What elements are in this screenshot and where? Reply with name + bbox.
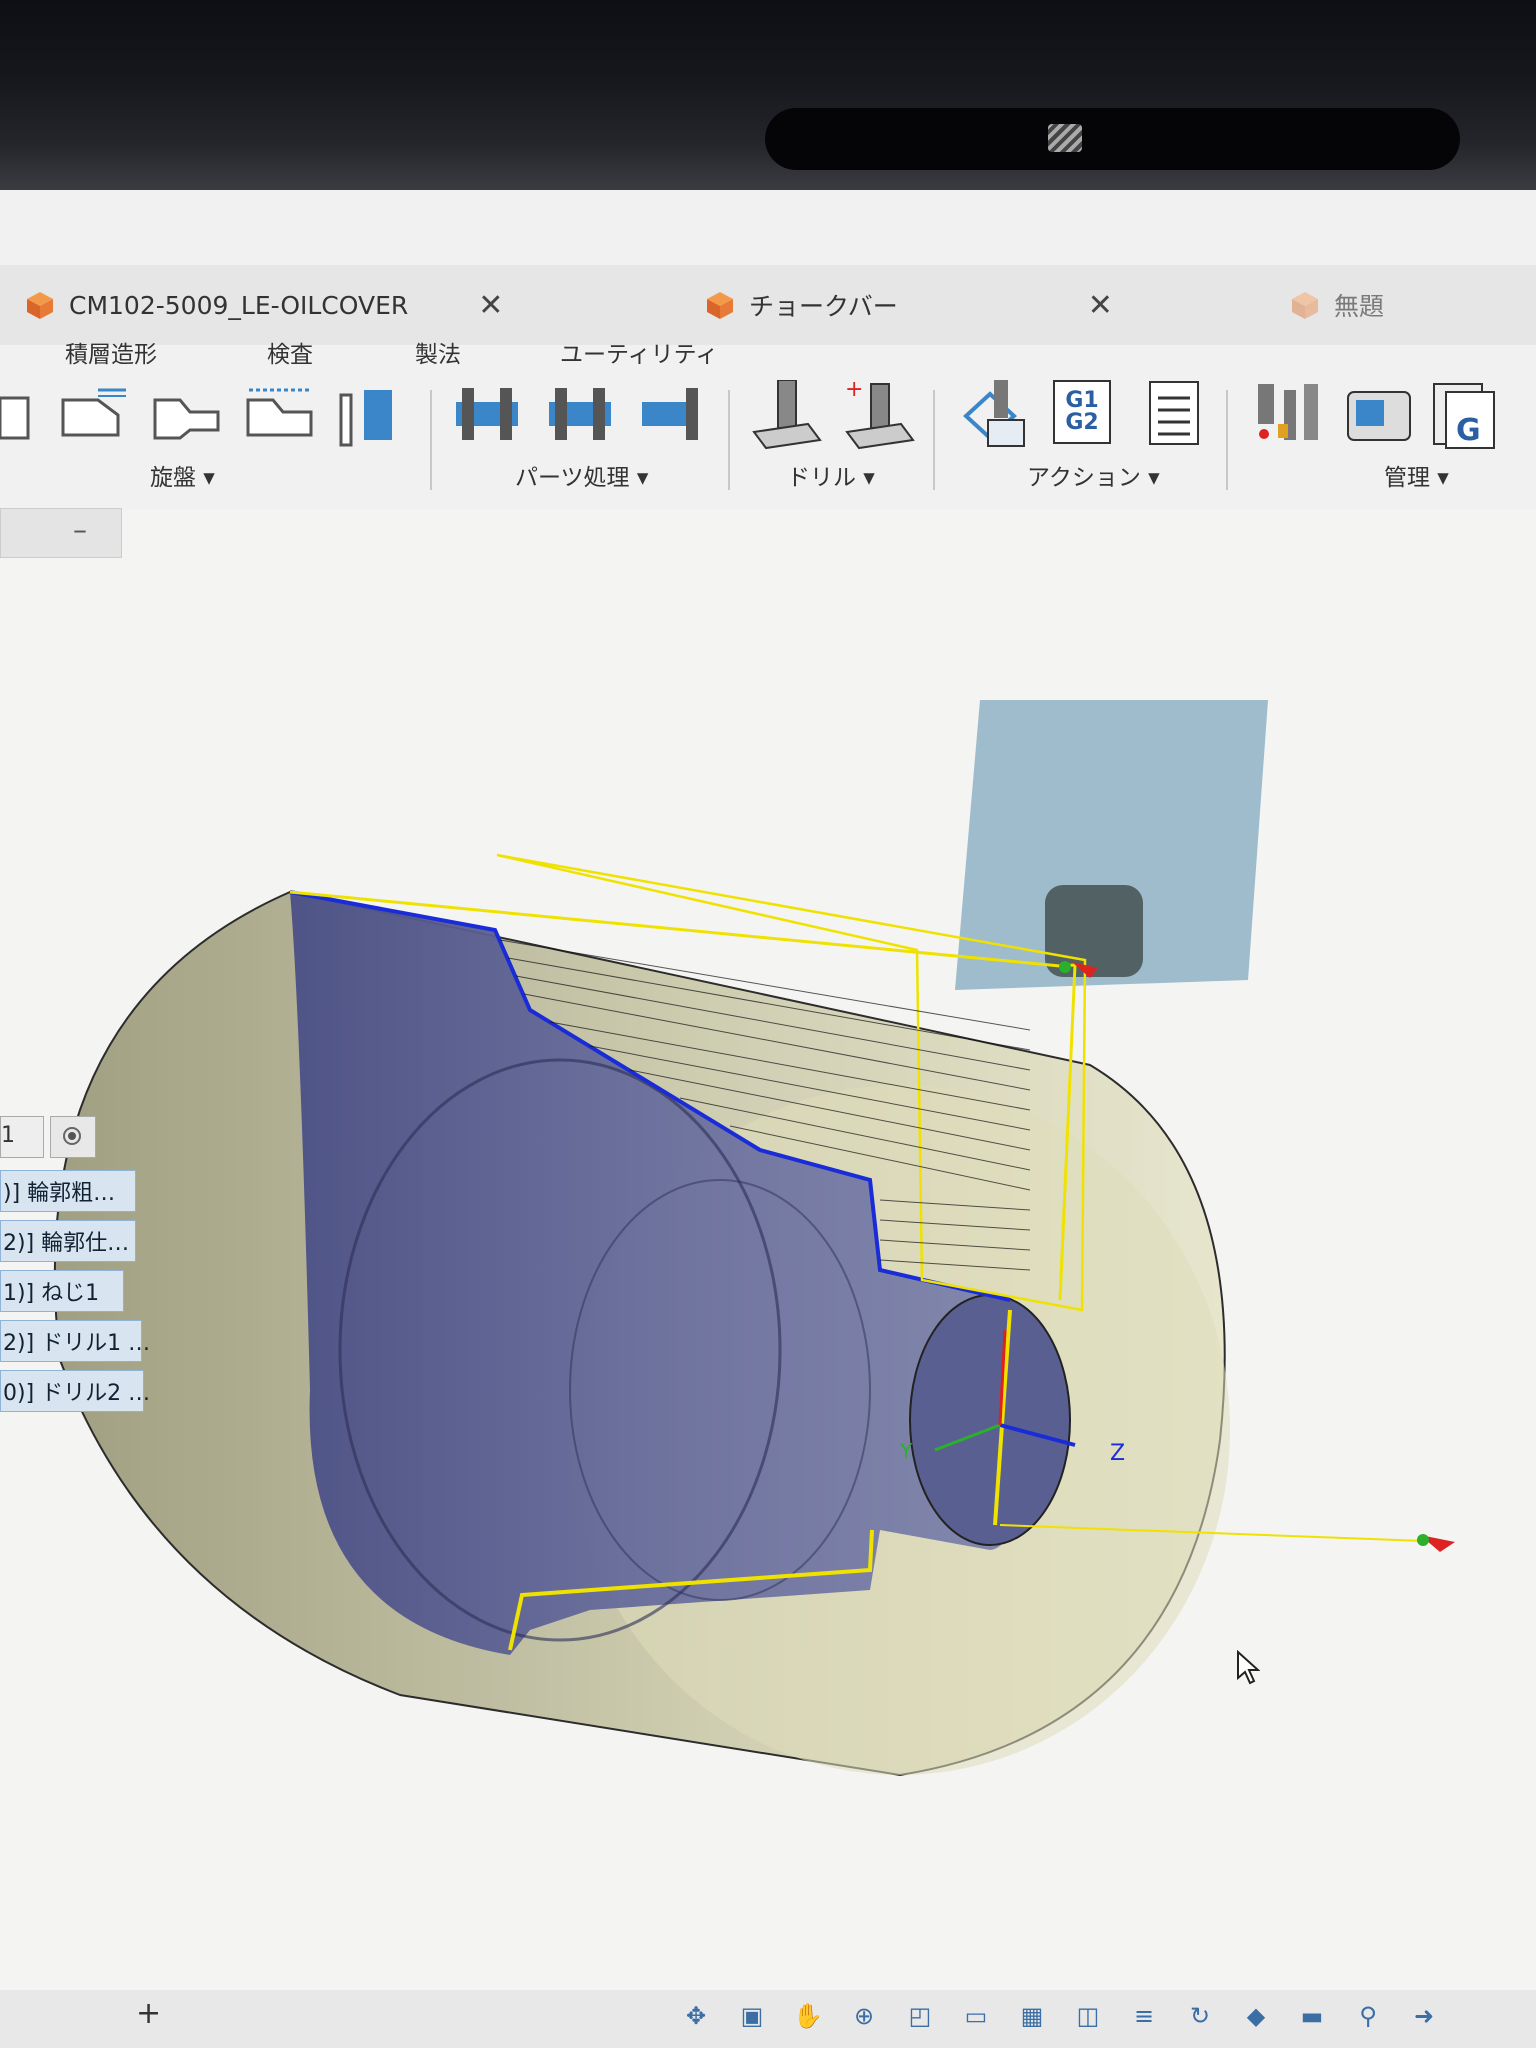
divider	[430, 390, 432, 490]
cube-icon	[1292, 292, 1318, 319]
tool-library-icon[interactable]	[1254, 380, 1324, 450]
svg-text:G: G	[1456, 413, 1481, 448]
z-axis-label: Z	[1110, 1441, 1125, 1466]
mouse-cursor-icon	[1237, 1650, 1260, 1685]
turning-profile-roughing-icon[interactable]	[58, 380, 128, 450]
menu-utilities[interactable]: ユーティリティ	[560, 335, 718, 369]
operation-item[interactable]: 0)] ドリル2 …	[0, 1370, 150, 1412]
layers-icon[interactable]: ≡	[1120, 1998, 1168, 2034]
tab-label: CM102-5009_LE-OILCOVER	[69, 290, 409, 320]
graphics-viewport[interactable]: Z Y	[0, 510, 1536, 1990]
view-controls: ✥ ▣ ✋ ⊕ ◰ ▭ ▦ ◫ ≡ ↻ ◆ ▬ ⚲ ➜	[672, 1998, 1448, 2034]
tab-label: チョークバー	[749, 292, 898, 321]
simulate-icon[interactable]	[960, 380, 1030, 450]
browser-collapse-bar[interactable]: –	[0, 508, 122, 558]
zoom-icon[interactable]: ⊕	[840, 1998, 888, 2034]
drill-icon[interactable]	[752, 380, 822, 450]
extra-icon[interactable]: ➜	[1400, 1998, 1448, 2034]
divider	[933, 390, 935, 490]
tool-icon[interactable]: ⚲	[1344, 1998, 1392, 2034]
part-pickup-icon[interactable]	[545, 380, 615, 450]
look-icon[interactable]: ▣	[728, 1998, 776, 2034]
divider	[728, 390, 730, 490]
part-eject-icon[interactable]	[638, 380, 708, 450]
lathe-3d-model: Z Y	[53, 700, 1455, 1777]
radio-icon	[63, 1127, 81, 1145]
display-icon[interactable]: ▭	[952, 1998, 1000, 2034]
camera-notch	[765, 108, 1460, 170]
setup-sheet-icon[interactable]	[1146, 380, 1206, 450]
fit-icon[interactable]: ◰	[896, 1998, 944, 2034]
camera-lens	[1048, 124, 1082, 152]
add-button[interactable]: +	[136, 1996, 161, 2031]
start-marker	[1059, 961, 1071, 973]
menu-additive[interactable]: 積層造形	[65, 335, 157, 369]
end-marker	[1417, 1534, 1429, 1546]
group-part-handling[interactable]: パーツ処理 ▾	[515, 458, 648, 492]
post-process-icon[interactable]: G1 G2	[1053, 380, 1111, 444]
operation-item[interactable]: )] 輪郭粗…	[0, 1170, 136, 1212]
operation-item[interactable]: 2)] ドリル1 …	[0, 1320, 150, 1362]
operation-item[interactable]: 2)] 輪郭仕…	[0, 1220, 136, 1262]
y-axis-label: Y	[899, 1439, 913, 1463]
menu-inspection[interactable]: 検査	[267, 335, 313, 369]
divider	[1226, 390, 1228, 490]
pin-face	[909, 1294, 1071, 1546]
laptop-bezel	[0, 0, 1536, 190]
navigation-bar: + ✥ ▣ ✋ ⊕ ◰ ▭ ▦ ◫ ≡ ↻ ◆ ▬ ⚲ ➜	[0, 1990, 1536, 2048]
group-turning[interactable]: 旋盤 ▾	[150, 458, 215, 492]
operation-item[interactable]: 1)] ねじ1	[0, 1270, 124, 1312]
cube-icon	[707, 292, 733, 319]
turning-profile-finishing-icon[interactable]	[150, 380, 220, 450]
group-drilling[interactable]: ドリル ▾	[787, 458, 875, 492]
group-actions[interactable]: アクション ▾	[1027, 458, 1160, 492]
close-icon[interactable]: ✕	[1088, 288, 1113, 323]
screen-icon[interactable]: ▬	[1288, 1998, 1336, 2034]
pan-icon[interactable]: ✋	[784, 1998, 832, 2034]
part-transfer-icon[interactable]	[452, 380, 522, 450]
drill-add-icon[interactable]: +	[845, 380, 915, 450]
viewports-icon[interactable]: ◫	[1064, 1998, 1112, 2034]
collapse-button[interactable]: –	[73, 513, 87, 546]
svg-text:+: +	[845, 380, 863, 402]
machine-library-icon[interactable]	[1344, 380, 1414, 450]
visibility-radio[interactable]	[50, 1116, 96, 1158]
setup-head: 1	[0, 1116, 44, 1158]
setup-head-label: 1	[1, 1123, 15, 1148]
turning-groove-icon[interactable]	[243, 380, 313, 450]
grid-icon[interactable]: ▦	[1008, 1998, 1056, 2034]
turning-part-icon[interactable]	[336, 380, 406, 450]
post-library-icon[interactable]: G	[1432, 380, 1502, 450]
refresh-icon[interactable]: ↻	[1176, 1998, 1224, 2034]
appearance-icon[interactable]: ◆	[1232, 1998, 1280, 2034]
tab-label: 無題	[1334, 292, 1385, 321]
orbit-icon[interactable]: ✥	[672, 1998, 720, 2034]
turning-face-icon[interactable]	[0, 380, 40, 450]
menu-fabrication[interactable]: 製法	[415, 335, 461, 369]
close-icon[interactable]: ✕	[478, 288, 503, 323]
app-screen: CM102-5009_LE-OILCOVER ✕ チョークバー ✕ 無題 積層造…	[0, 190, 1536, 2048]
group-manage[interactable]: 管理 ▾	[1384, 458, 1449, 492]
cube-icon	[27, 292, 53, 319]
turning-insert	[1045, 885, 1143, 977]
